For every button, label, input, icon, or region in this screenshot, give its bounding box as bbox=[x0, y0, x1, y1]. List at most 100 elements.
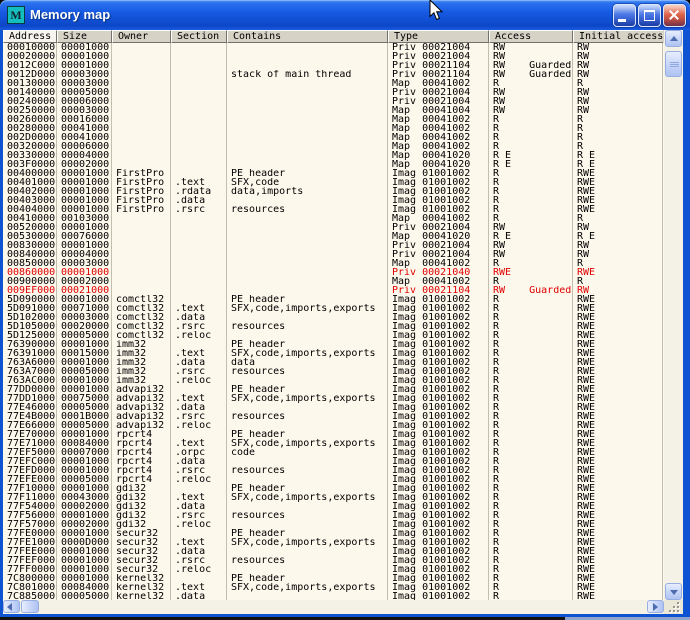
cell-owner bbox=[112, 115, 171, 124]
table-row[interactable]: 77F5400000002000gdi32.dataImag 01001002R… bbox=[3, 502, 663, 511]
table-row[interactable]: 5D10500000020000comctl32.rsrcresourcesIm… bbox=[3, 322, 663, 331]
table-row[interactable]: 77DD100000075000advapi32.textSFX,code,im… bbox=[3, 394, 663, 403]
table-row[interactable]: 77E7100000084000rpcrt4.textSFX,code,impo… bbox=[3, 439, 663, 448]
table-row[interactable]: 0040400000001000FirstPro.rsrcresourcesIm… bbox=[3, 205, 663, 214]
column-header-section[interactable]: Section bbox=[171, 30, 227, 43]
cell-access: R bbox=[489, 385, 573, 394]
table-row[interactable]: 5D09100000071000comctl32.textSFX,code,im… bbox=[3, 304, 663, 313]
table-row[interactable]: 77EF500000007000rpcrt4.orpccodeImag 0100… bbox=[3, 448, 663, 457]
resize-grip[interactable] bbox=[664, 600, 683, 614]
table-row[interactable]: 0040300000001000FirstPro.dataImag 010010… bbox=[3, 196, 663, 205]
column-header-type[interactable]: Type bbox=[388, 30, 489, 43]
table-row[interactable]: 77FE10000000D000secur32.textSFX,code,imp… bbox=[3, 538, 663, 547]
cell-access: R E bbox=[489, 151, 573, 160]
maximize-button[interactable] bbox=[638, 4, 661, 27]
table-row[interactable]: 0013000000003000Map 00041002RR bbox=[3, 79, 663, 88]
table-row[interactable]: 77FE000000001000secur32PE headerImag 010… bbox=[3, 529, 663, 538]
table-row[interactable]: 0024000000006000Priv 00021004RWRW bbox=[3, 97, 663, 106]
close-button[interactable] bbox=[663, 4, 686, 27]
table-row[interactable]: 77F1100000043000gdi32.textSFX,code,impor… bbox=[3, 493, 663, 502]
table-row[interactable]: 003F000000002000Map 00041020R ER E bbox=[3, 160, 663, 169]
table-row[interactable]: 7C88500000005000kernel32.dataImag 010010… bbox=[3, 592, 663, 600]
cell-address: 00830000 bbox=[3, 241, 57, 250]
scroll-up-button[interactable] bbox=[665, 30, 682, 47]
table-row[interactable]: 77F1000000001000gdi32PE headerImag 01001… bbox=[3, 484, 663, 493]
table-row[interactable]: 002D000000041000Map 00041002RR bbox=[3, 133, 663, 142]
column-header-access[interactable]: Access bbox=[489, 30, 573, 43]
cell-contains bbox=[227, 331, 388, 340]
table-row[interactable]: 0084000000004000Priv 00021004RWRW bbox=[3, 250, 663, 259]
table-row[interactable]: 0025000000003000Map 00041004RWRW bbox=[3, 106, 663, 115]
table-row[interactable]: 0001000000001000Priv 00021004RWRW bbox=[3, 43, 663, 52]
column-header-contains[interactable]: Contains bbox=[227, 30, 388, 43]
table-row[interactable]: 77DD000000001000advapi32PE headerImag 01… bbox=[3, 385, 663, 394]
cell-access: R bbox=[489, 196, 573, 205]
table-row[interactable]: 763A600000001000imm32.datadataImag 01001… bbox=[3, 358, 663, 367]
table-row[interactable]: 763A700000005000imm32.rsrcresourcesImag … bbox=[3, 367, 663, 376]
table-row[interactable]: 0032000000006000Map 00041002RR bbox=[3, 142, 663, 151]
table-row[interactable]: 7639000000001000imm32PE headerImag 01001… bbox=[3, 340, 663, 349]
column-header-owner[interactable]: Owner bbox=[112, 30, 171, 43]
table-row[interactable]: 0090000000002000Map 00041002RR bbox=[3, 277, 663, 286]
table-row[interactable]: 0040100000001000FirstPro.textSFX,codeIma… bbox=[3, 178, 663, 187]
cell-type: Imag 01001002 bbox=[388, 349, 489, 358]
table-row[interactable]: 5D12500000005000comctl32.relocImag 01001… bbox=[3, 331, 663, 340]
table-row[interactable]: 763AC00000001000imm32.relocImag 01001002… bbox=[3, 376, 663, 385]
cell-address: 77F11000 bbox=[3, 493, 57, 502]
table-row[interactable]: 0040000000001000FirstProPE headerImag 01… bbox=[3, 169, 663, 178]
cell-section bbox=[171, 70, 227, 79]
table-row[interactable]: 77F5600000001000gdi32.rsrcresourcesImag … bbox=[3, 511, 663, 520]
table-row[interactable]: 5D10200000003000comctl32.dataImag 010010… bbox=[3, 313, 663, 322]
table-row[interactable]: 0033000000004000Map 00041020R ER E bbox=[3, 151, 663, 160]
column-header-address[interactable]: Address bbox=[3, 30, 57, 43]
horizontal-scrollbar[interactable] bbox=[3, 600, 664, 614]
table-row[interactable]: 0052000000001000Priv 00021004RWRW bbox=[3, 223, 663, 232]
table-row[interactable]: 0053000000076000Map 00041020R ER E bbox=[3, 232, 663, 241]
table-row[interactable]: 0085000000003000Map 00041002RR bbox=[3, 259, 663, 268]
table-row[interactable]: 77EFD00000001000rpcrt4.rsrcresourcesImag… bbox=[3, 466, 663, 475]
table-row[interactable]: 77F5700000002000gdi32.relocImag 01001002… bbox=[3, 520, 663, 529]
scroll-down-button[interactable] bbox=[665, 583, 682, 600]
table-row[interactable]: 5D09000000001000comctl32PE headerImag 01… bbox=[3, 295, 663, 304]
minimize-button[interactable] bbox=[613, 4, 636, 27]
column-header-size[interactable]: Size bbox=[57, 30, 112, 43]
table-row[interactable]: 77EFC00000001000rpcrt4.dataImag 01001002… bbox=[3, 457, 663, 466]
table-row[interactable]: 0086000000001000Priv 00021040RWERWE bbox=[3, 268, 663, 277]
vertical-scrollbar[interactable] bbox=[664, 30, 683, 600]
cell-access: R bbox=[489, 574, 573, 583]
table-row[interactable]: 0002000000001000Priv 00021004RWRW bbox=[3, 52, 663, 61]
table-row[interactable]: 0012D00000003000stack of main threadPriv… bbox=[3, 70, 663, 79]
table-row[interactable]: 0028000000041000Map 00041002RR bbox=[3, 124, 663, 133]
cell-size: 00002000 bbox=[57, 160, 112, 169]
table-row[interactable]: 0041000000103000Map 00041002RR bbox=[3, 214, 663, 223]
cell-type: Priv 00021004 bbox=[388, 88, 489, 97]
scroll-right-button[interactable] bbox=[647, 600, 664, 613]
table-row[interactable]: 009EF00000021000Priv 00021104RW GuardedR… bbox=[3, 286, 663, 295]
table-row[interactable]: 77FEF00000001000secur32.rsrcresourcesIma… bbox=[3, 556, 663, 565]
cell-owner: gdi32 bbox=[112, 484, 171, 493]
table-row[interactable]: 7639100000015000imm32.textSFX,code,impor… bbox=[3, 349, 663, 358]
table-row[interactable]: 77E6600000005000advapi32.relocImag 01001… bbox=[3, 421, 663, 430]
cell-type: Imag 01001002 bbox=[388, 358, 489, 367]
horizontal-scroll-thumb[interactable] bbox=[21, 600, 39, 613]
table-row[interactable]: 0014000000005000Priv 00021004RWRW bbox=[3, 88, 663, 97]
table-row[interactable]: 77E7000000001000rpcrt4PE headerImag 0100… bbox=[3, 430, 663, 439]
table-row[interactable]: 0026000000016000Map 00041002RR bbox=[3, 115, 663, 124]
cell-type: Imag 01001002 bbox=[388, 403, 489, 412]
table-row[interactable]: 77E4B0000001B000advapi32.rsrcresourcesIm… bbox=[3, 412, 663, 421]
title-bar[interactable]: M Memory map bbox=[0, 0, 690, 30]
table-row[interactable]: 77FF000000001000secur32.relocImag 010010… bbox=[3, 565, 663, 574]
vertical-scroll-thumb[interactable] bbox=[665, 51, 682, 77]
table-row[interactable]: 77E4600000005000advapi32.dataImag 010010… bbox=[3, 403, 663, 412]
column-header-initial-access[interactable]: Initial access bbox=[573, 30, 663, 43]
cell-address: 76391000 bbox=[3, 349, 57, 358]
cell-owner bbox=[112, 142, 171, 151]
table-row[interactable]: 77EFE00000005000rpcrt4.relocImag 0100100… bbox=[3, 475, 663, 484]
table-row[interactable]: 0083000000001000Priv 00021004RWRW bbox=[3, 241, 663, 250]
table-row[interactable]: 7C80000000001000kernel32PE headerImag 01… bbox=[3, 574, 663, 583]
table-row[interactable]: 0012C00000001000Priv 00021104RW GuardedR… bbox=[3, 61, 663, 70]
table-row[interactable]: 0040200000001000FirstPro.rdatadata,impor… bbox=[3, 187, 663, 196]
table-row[interactable]: 7C80100000084000kernel32.textSFX,code,im… bbox=[3, 583, 663, 592]
table-row[interactable]: 77FEE00000001000secur32.dataImag 0100100… bbox=[3, 547, 663, 556]
scroll-left-button[interactable] bbox=[3, 600, 20, 613]
